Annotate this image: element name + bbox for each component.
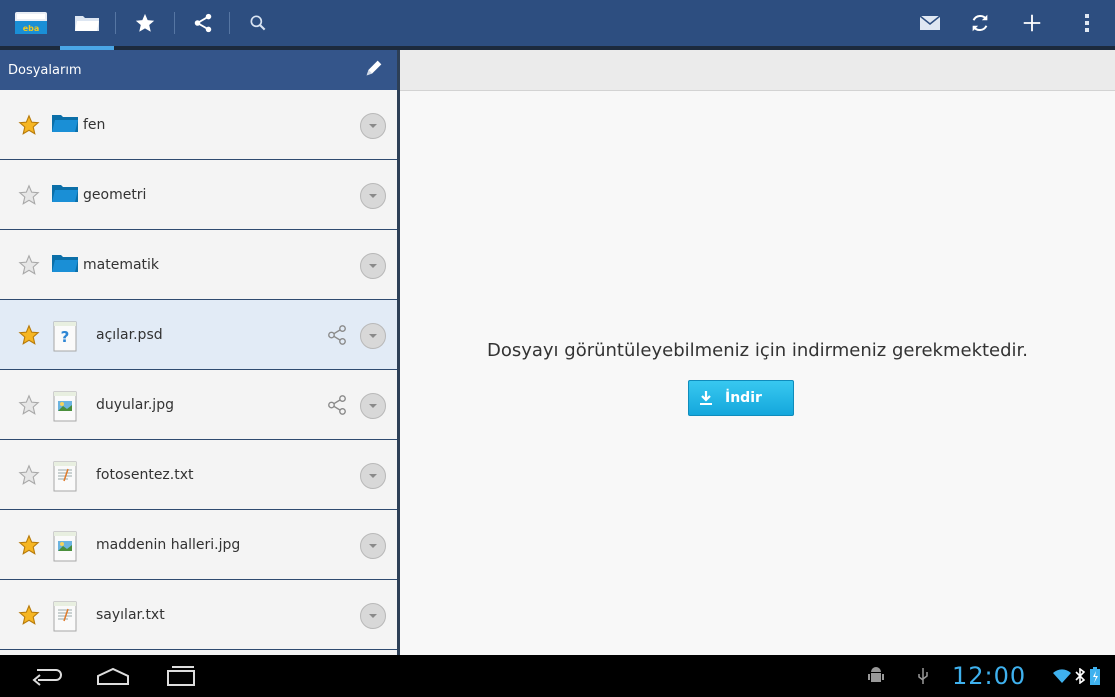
star-empty-icon[interactable] <box>18 464 40 486</box>
preview-header <box>400 50 1115 91</box>
file-name: matematik <box>83 256 160 273</box>
download-button-label: İndir <box>725 390 762 406</box>
sidebar-title: Dosyalarım <box>8 62 82 78</box>
back-icon[interactable] <box>28 655 64 697</box>
preview-panel: Dosyayı görüntüleyebilmeniz için indirme… <box>400 50 1115 655</box>
folder-icon <box>51 111 79 139</box>
file-name: fen <box>83 116 106 133</box>
file-list-item[interactable]: geometri <box>0 160 397 230</box>
system-navigation-bar: 12:00 <box>0 655 1115 697</box>
file-list: fen geometri matematik? açılar.psd duyular.j… <box>0 90 397 650</box>
add-icon[interactable] <box>1010 0 1054 46</box>
mail-icon[interactable] <box>910 0 950 46</box>
item-menu-icon[interactable] <box>360 183 386 209</box>
star-empty-icon[interactable] <box>18 254 40 276</box>
star-filled-icon[interactable] <box>18 324 40 346</box>
app-logo-icon[interactable]: eba <box>8 0 54 46</box>
jpg-file-icon <box>51 391 79 422</box>
star-empty-icon[interactable] <box>18 394 40 416</box>
edit-pencil-icon[interactable] <box>363 57 385 83</box>
item-menu-icon[interactable] <box>360 113 386 139</box>
item-menu-icon[interactable] <box>360 533 386 559</box>
share-tab-icon[interactable] <box>180 0 226 46</box>
download-button[interactable]: İndir <box>688 380 794 416</box>
search-icon[interactable] <box>236 0 280 46</box>
folder-icon <box>51 181 79 209</box>
download-required-message: Dosyayı görüntüleyebilmeniz için indirme… <box>486 340 1029 361</box>
status-clock: 12:00 <box>952 662 1027 690</box>
wifi-icon <box>1052 655 1072 697</box>
item-menu-icon[interactable] <box>360 603 386 629</box>
file-list-item[interactable]: sayılar.txt <box>0 580 397 650</box>
star-filled-icon[interactable] <box>18 114 40 136</box>
file-list-panel: Dosyalarım fen geometri matematik? açılar.p… <box>0 50 400 655</box>
sidebar-header: Dosyalarım <box>0 50 397 90</box>
file-name: maddenin halleri.jpg <box>96 536 241 553</box>
item-menu-icon[interactable] <box>360 463 386 489</box>
svg-text:?: ? <box>61 328 70 346</box>
share-icon[interactable] <box>326 324 348 346</box>
item-menu-icon[interactable] <box>360 393 386 419</box>
file-list-item[interactable]: maddenin halleri.jpg <box>0 510 397 580</box>
bluetooth-icon <box>1075 655 1085 697</box>
file-name: açılar.psd <box>96 326 163 343</box>
refresh-icon[interactable] <box>960 0 1000 46</box>
battery-icon <box>1090 655 1100 697</box>
item-menu-icon[interactable] <box>360 253 386 279</box>
home-icon[interactable] <box>96 655 130 697</box>
svg-text:eba: eba <box>23 24 40 33</box>
overflow-menu-icon[interactable] <box>1070 0 1104 46</box>
star-empty-icon[interactable] <box>18 184 40 206</box>
folder-tab-icon[interactable] <box>62 0 112 46</box>
file-list-item[interactable]: fen <box>0 90 397 160</box>
star-filled-icon[interactable] <box>18 534 40 556</box>
folder-icon <box>51 251 79 279</box>
jpg-file-icon <box>51 531 79 562</box>
txt-file-icon <box>51 601 79 632</box>
file-name: fotosentez.txt <box>96 466 194 483</box>
share-icon[interactable] <box>326 394 348 416</box>
download-icon <box>700 391 712 405</box>
file-list-item[interactable]: duyular.jpg <box>0 370 397 440</box>
file-name: duyular.jpg <box>96 396 174 413</box>
action-bar: eba <box>0 0 1115 46</box>
file-name: geometri <box>83 186 147 203</box>
star-filled-icon[interactable] <box>18 604 40 626</box>
star-tab-icon[interactable] <box>120 0 170 46</box>
txt-file-icon <box>51 461 79 492</box>
file-name: sayılar.txt <box>96 606 165 623</box>
file-list-item[interactable]: ? açılar.psd <box>0 300 397 370</box>
file-list-item[interactable]: fotosentez.txt <box>0 440 397 510</box>
psd-file-icon: ? <box>51 321 79 352</box>
file-list-item[interactable]: matematik <box>0 230 397 300</box>
item-menu-icon[interactable] <box>360 323 386 349</box>
recent-apps-icon[interactable] <box>166 655 196 697</box>
usb-icon <box>916 655 930 697</box>
android-debug-icon <box>868 655 884 697</box>
